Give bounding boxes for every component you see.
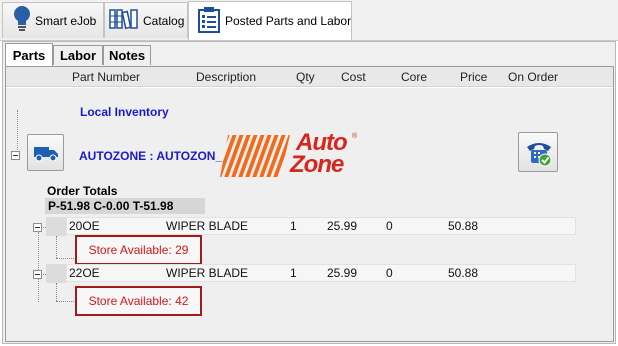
subtab-labor-label: Labor xyxy=(59,48,97,63)
col-core[interactable]: Core xyxy=(401,70,427,84)
truck-icon xyxy=(33,144,59,165)
part-row-collapse-toggle[interactable] xyxy=(33,223,42,232)
col-cost[interactable]: Cost xyxy=(341,70,366,84)
row-indicator xyxy=(46,217,66,236)
tree-line xyxy=(56,258,74,259)
part-number: 22OE xyxy=(69,266,100,280)
part-number: 20OE xyxy=(69,219,100,233)
col-price[interactable]: Price xyxy=(460,70,487,84)
subtab-parts-label: Parts xyxy=(12,48,46,63)
tab-catalog[interactable]: Catalog xyxy=(104,2,188,38)
store-available-highlight: Store Available: 29 xyxy=(75,235,202,265)
tab-catalog-label: Catalog xyxy=(143,13,185,28)
subtab-notes[interactable]: Notes xyxy=(103,45,151,65)
table-row[interactable] xyxy=(66,264,576,282)
part-row-collapse-toggle[interactable] xyxy=(33,270,42,279)
tab-posted-parts-and-labor[interactable]: Posted Parts and Labor xyxy=(188,1,352,40)
phone-check-icon xyxy=(525,139,553,170)
subtab-labor[interactable]: Labor xyxy=(53,45,103,65)
row-indicator xyxy=(46,264,66,283)
local-inventory-label[interactable]: Local Inventory xyxy=(80,105,169,119)
tab-smart-ejob-label: Smart eJob xyxy=(35,13,97,28)
tab-smart-ejob[interactable]: Smart eJob xyxy=(2,2,104,38)
part-core: 0 xyxy=(386,266,393,280)
tree-line xyxy=(17,110,18,150)
part-price: 50.88 xyxy=(448,266,479,280)
clipboard-list-icon xyxy=(197,6,221,37)
vendor-delivery-button[interactable] xyxy=(27,134,64,171)
autozone-logo: Auto ® Zone xyxy=(220,129,360,179)
col-on-order[interactable]: On Order xyxy=(508,70,558,84)
part-qty: 1 xyxy=(290,219,297,233)
part-qty: 1 xyxy=(290,266,297,280)
subtab-parts[interactable]: Parts xyxy=(5,43,53,67)
part-cost: 25.99 xyxy=(327,219,358,233)
order-totals-summary: P-51.98 C-0.00 T-51.98 xyxy=(48,199,174,213)
col-description[interactable]: Description xyxy=(196,70,256,84)
tree-line xyxy=(38,232,39,302)
part-price: 50.88 xyxy=(448,219,479,233)
books-icon xyxy=(109,8,139,33)
call-vendor-button[interactable] xyxy=(518,132,558,172)
lightbulb-icon xyxy=(13,5,31,36)
order-totals-label: Order Totals xyxy=(47,184,118,198)
vendor-collapse-toggle[interactable] xyxy=(11,151,20,160)
store-available-highlight: Store Available: 42 xyxy=(75,286,202,316)
tree-line xyxy=(56,283,57,301)
col-part-number[interactable]: Part Number xyxy=(72,70,140,84)
table-row[interactable] xyxy=(66,217,576,235)
part-core: 0 xyxy=(386,219,393,233)
autozone-logo-registered: ® xyxy=(352,133,358,140)
col-qty[interactable]: Qty xyxy=(296,70,315,84)
part-description: WIPER BLADE xyxy=(166,219,249,233)
vendor-name[interactable]: AUTOZONE : AUTOZON_ xyxy=(79,149,222,163)
tree-line xyxy=(56,301,74,302)
tab-posted-parts-and-labor-label: Posted Parts and Labor xyxy=(225,14,352,28)
store-available-text: Store Available: 42 xyxy=(88,294,189,308)
subtab-notes-label: Notes xyxy=(108,48,146,63)
part-cost: 25.99 xyxy=(327,266,358,280)
autozone-logo-text-2: Zone xyxy=(290,151,344,178)
part-description: WIPER BLADE xyxy=(166,266,249,280)
store-available-text: Store Available: 29 xyxy=(88,243,189,257)
tree-line xyxy=(56,236,57,258)
